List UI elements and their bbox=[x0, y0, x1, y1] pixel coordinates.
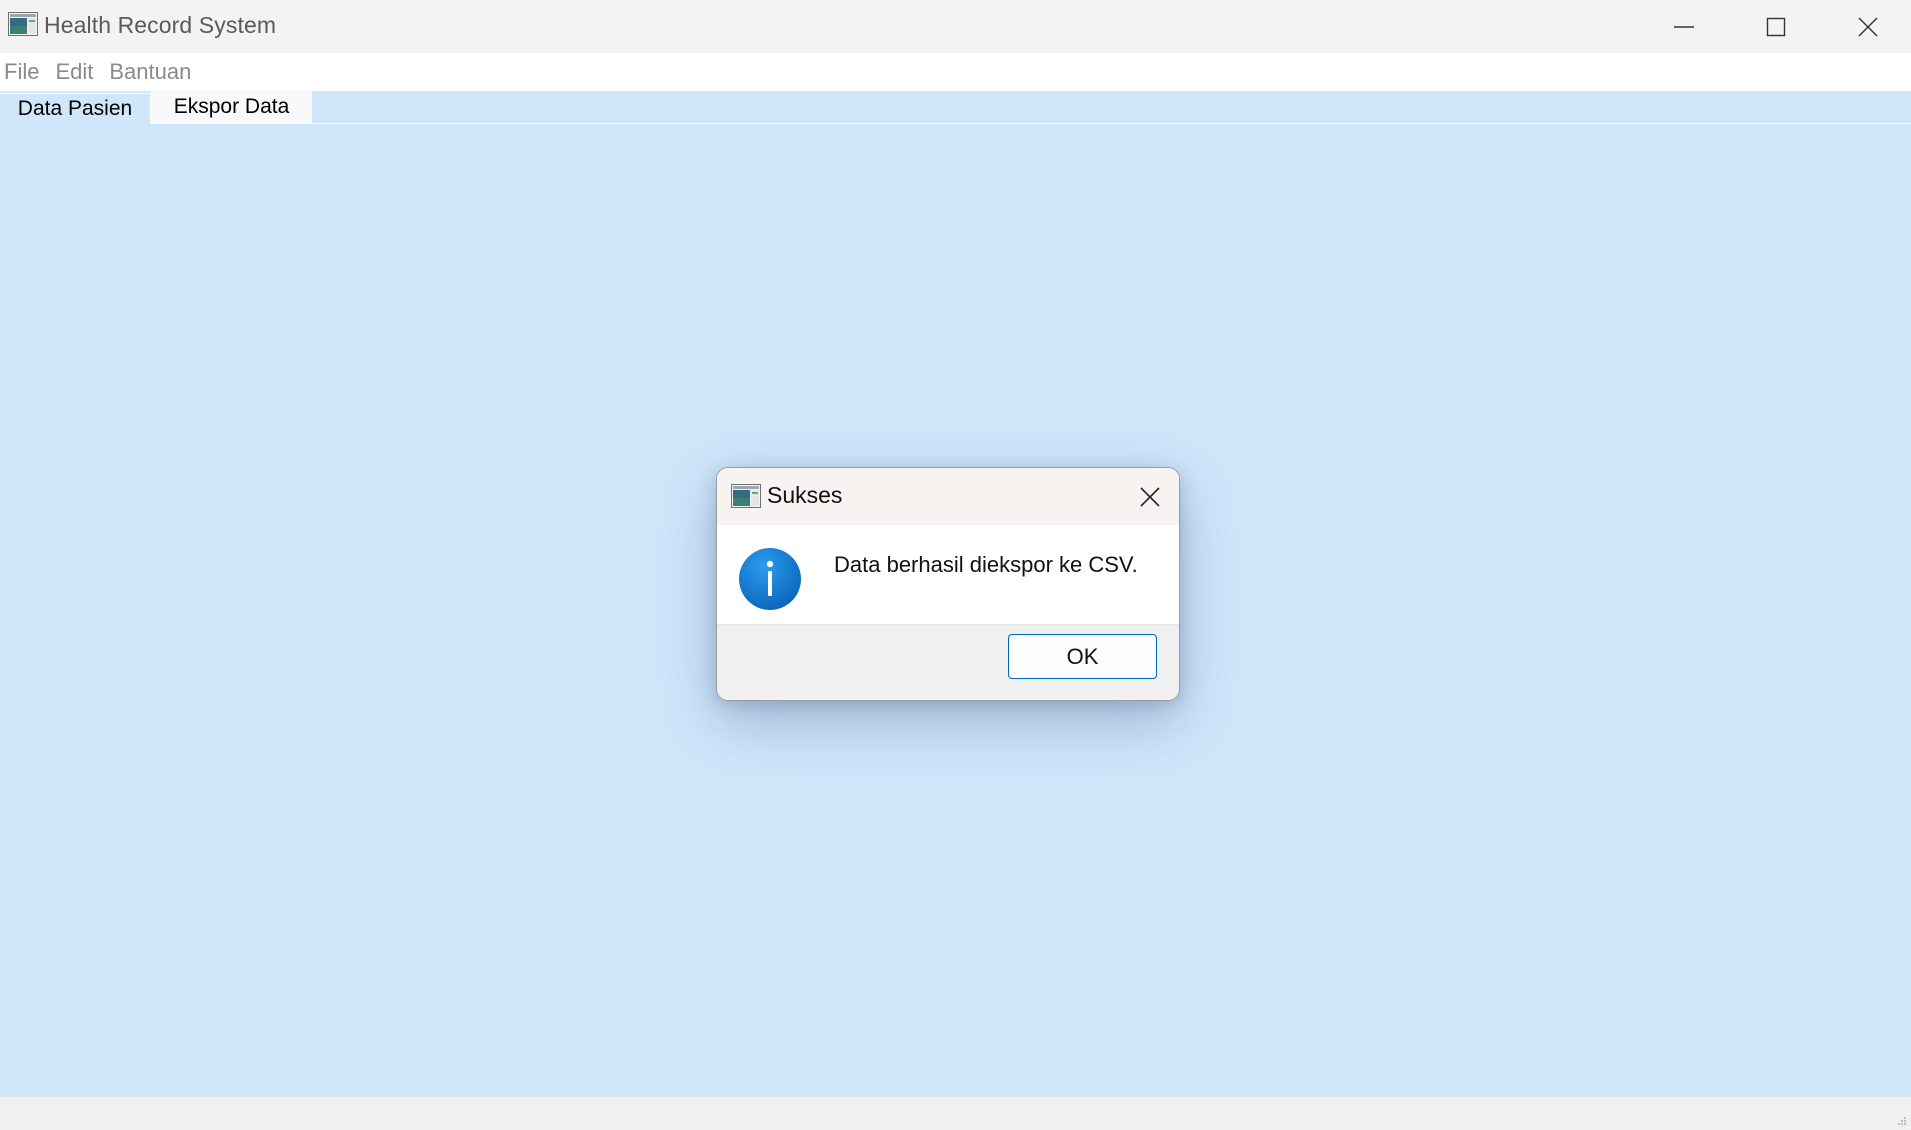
maximize-button[interactable] bbox=[1730, 0, 1822, 53]
resize-grip-icon[interactable] bbox=[1897, 1116, 1907, 1126]
info-icon bbox=[739, 548, 801, 610]
main-window: Health Record System File Edit Bantuan D… bbox=[0, 0, 1911, 1130]
title-bar[interactable]: Health Record System bbox=[0, 0, 1911, 53]
dialog-message: Data berhasil diekspor ke CSV. bbox=[834, 552, 1138, 577]
tab-data-pasien[interactable]: Data Pasien bbox=[0, 93, 151, 124]
app-window-icon bbox=[8, 12, 38, 36]
success-dialog: Sukses Data berhasil diekspor ke CSV. OK bbox=[716, 467, 1180, 701]
close-window-button[interactable] bbox=[1822, 0, 1911, 53]
close-icon bbox=[1140, 487, 1160, 507]
dialog-footer: OK bbox=[717, 624, 1179, 700]
menu-bar: File Edit Bantuan bbox=[0, 53, 1911, 91]
dialog-close-button[interactable] bbox=[1135, 482, 1165, 512]
tab-ekspor-data[interactable]: Ekspor Data bbox=[151, 91, 312, 124]
close-icon bbox=[1858, 17, 1878, 36]
menu-file[interactable]: File bbox=[4, 53, 45, 91]
maximize-icon bbox=[1766, 17, 1786, 36]
dialog-body: Data berhasil diekspor ke CSV. bbox=[717, 525, 1179, 624]
dialog-title: Sukses bbox=[767, 482, 843, 508]
app-window-icon bbox=[731, 484, 761, 508]
tab-bar: Data Pasien Ekspor Data bbox=[0, 91, 1911, 124]
dialog-title-bar[interactable]: Sukses bbox=[717, 468, 1179, 525]
status-bar bbox=[0, 1096, 1911, 1130]
minimize-icon bbox=[1674, 25, 1694, 28]
ok-button[interactable]: OK bbox=[1008, 634, 1157, 679]
menu-edit[interactable]: Edit bbox=[55, 53, 99, 91]
window-title: Health Record System bbox=[44, 12, 277, 38]
minimize-button[interactable] bbox=[1638, 0, 1730, 53]
menu-bantuan[interactable]: Bantuan bbox=[109, 53, 197, 91]
